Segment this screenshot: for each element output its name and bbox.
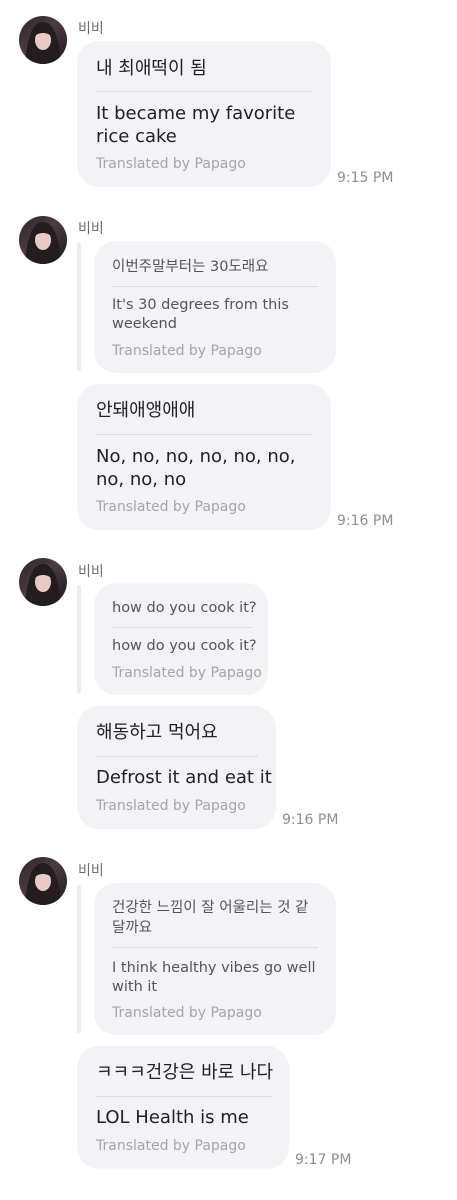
avatar[interactable]	[19, 216, 67, 264]
translation-divider	[112, 627, 252, 628]
translation-divider	[96, 91, 312, 92]
quoted-translated-text: I think healthy vibes go well with it	[112, 960, 316, 995]
quoted-translated-text: It's 30 degrees from this weekend	[112, 297, 289, 332]
timestamp: 9:15 PM	[337, 170, 394, 186]
message-translated-text: No, no, no, no, no, no, no, no, no	[96, 446, 296, 490]
quote-bar	[77, 243, 81, 371]
sender-name: 비비	[78, 564, 104, 580]
message-original-text: 해동하고 먹어요	[96, 722, 218, 743]
message-bubble[interactable]: 내 최애떡이 됨 It became my favorite rice cake…	[77, 41, 331, 187]
message-bubble[interactable]: ㅋㅋㅋ건강은 바로 나다 LOL Health is me Translated…	[77, 1046, 289, 1169]
translation-credit: Translated by Papago	[112, 1005, 262, 1021]
avatar[interactable]	[19, 857, 67, 905]
quoted-message[interactable]: 이번주말부터는 30도래요 It's 30 degrees from this …	[94, 241, 336, 373]
message-translated-text: LOL Health is me	[96, 1107, 249, 1128]
quoted-message[interactable]: how do you cook it? how do you cook it? …	[94, 583, 268, 695]
quoted-original-text: how do you cook it?	[112, 600, 257, 616]
quote-bar	[77, 585, 81, 693]
quoted-translated-text: how do you cook it?	[112, 638, 257, 654]
translation-divider	[112, 947, 318, 948]
translation-divider	[96, 434, 312, 435]
translation-credit: Translated by Papago	[112, 343, 262, 359]
timestamp: 9:16 PM	[337, 513, 394, 529]
translation-credit: Translated by Papago	[96, 499, 246, 515]
sender-name: 비비	[78, 863, 104, 879]
quoted-original-text: 이번주말부터는 30도래요	[112, 259, 269, 275]
sender-name: 비비	[78, 21, 104, 37]
translation-divider	[96, 756, 258, 757]
translation-credit: Translated by Papago	[96, 798, 246, 814]
message-original-text: 안돼애앵애애	[96, 400, 196, 421]
message-original-text: ㅋㅋㅋ건강은 바로 나다	[96, 1062, 274, 1083]
sender-name: 비비	[78, 221, 104, 237]
quote-bar	[77, 885, 81, 1033]
translation-credit: Translated by Papago	[112, 665, 262, 681]
translation-credit: Translated by Papago	[96, 1138, 246, 1154]
message-bubble[interactable]: 안돼애앵애애 No, no, no, no, no, no, no, no, n…	[77, 384, 331, 530]
avatar[interactable]	[19, 558, 67, 606]
message-original-text: 내 최애떡이 됨	[96, 58, 207, 79]
timestamp: 9:17 PM	[295, 1152, 352, 1168]
message-bubble[interactable]: 해동하고 먹어요 Defrost it and eat it Translate…	[77, 706, 276, 829]
avatar[interactable]	[19, 16, 67, 64]
message-translated-text: It became my favorite rice cake	[96, 103, 296, 147]
quoted-message[interactable]: 건강한 느낌이 잘 어울리는 것 같달까요 I think healthy vi…	[94, 883, 336, 1035]
message-translated-text: Defrost it and eat it	[96, 767, 272, 788]
translation-divider	[112, 286, 318, 287]
translation-credit: Translated by Papago	[96, 156, 246, 172]
timestamp: 9:16 PM	[282, 812, 339, 828]
translation-divider	[96, 1096, 272, 1097]
quoted-original-text: 건강한 느낌이 잘 어울리는 것 같달까요	[112, 900, 309, 936]
